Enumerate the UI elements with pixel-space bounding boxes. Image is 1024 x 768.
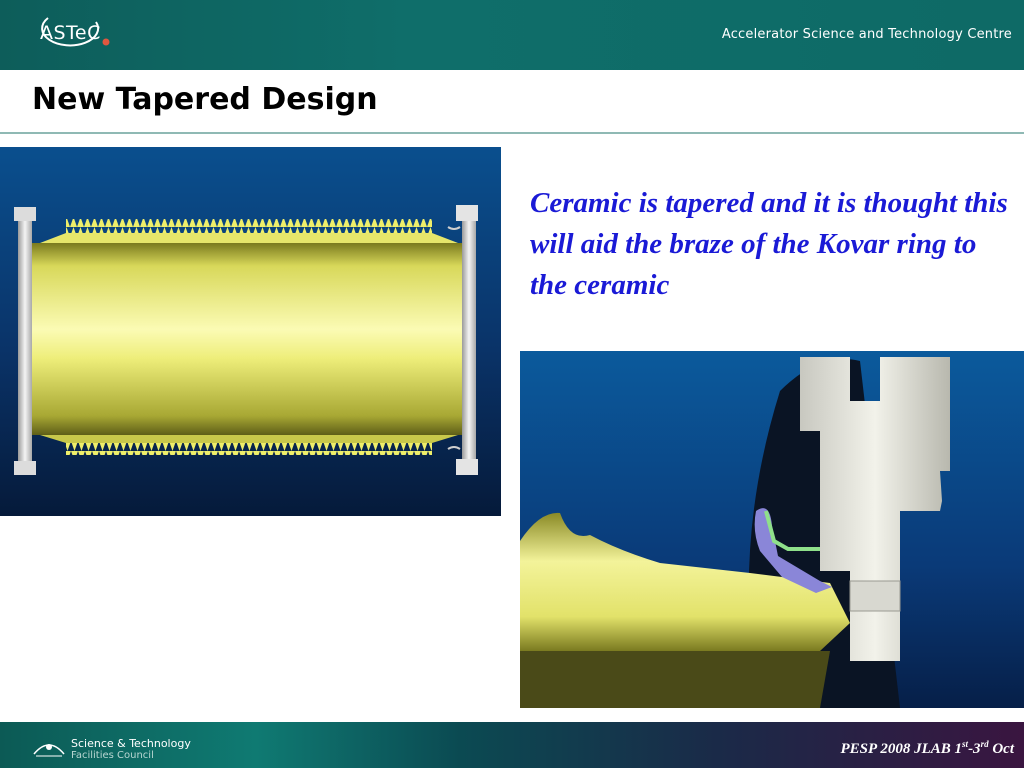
org-name: Accelerator Science and Technology Centr… (721, 27, 1012, 42)
conference-prefix: PESP 2008 JLAB 1 (840, 741, 963, 757)
title-divider (0, 132, 1024, 134)
conference-label: PESP 2008 JLAB 1st-3rd Oct (841, 739, 1015, 758)
council-name-line2: Facilities Council (71, 750, 154, 761)
slide-caption: Ceramic is tapered and it is thought thi… (530, 187, 1008, 301)
stfc-logo-icon (33, 744, 65, 757)
footer-band: Science & Technology Facilities Council … (0, 722, 1024, 768)
council-name-line1: Science & Technology (71, 737, 191, 750)
header-band: ASTeC Accelerator Science and Technology… (0, 0, 1024, 70)
slide-title: New Tapered Design (32, 82, 378, 117)
astec-logo: ASTeC (18, 12, 114, 56)
ceramic-cylinder-image (0, 147, 501, 516)
conference-sup-rd: rd (980, 739, 989, 749)
conference-mid: -3 (968, 741, 981, 757)
braze-joint-closeup-image (520, 351, 1024, 708)
logo-text: ASTeC (40, 22, 101, 44)
conference-suffix: Oct (988, 741, 1014, 757)
